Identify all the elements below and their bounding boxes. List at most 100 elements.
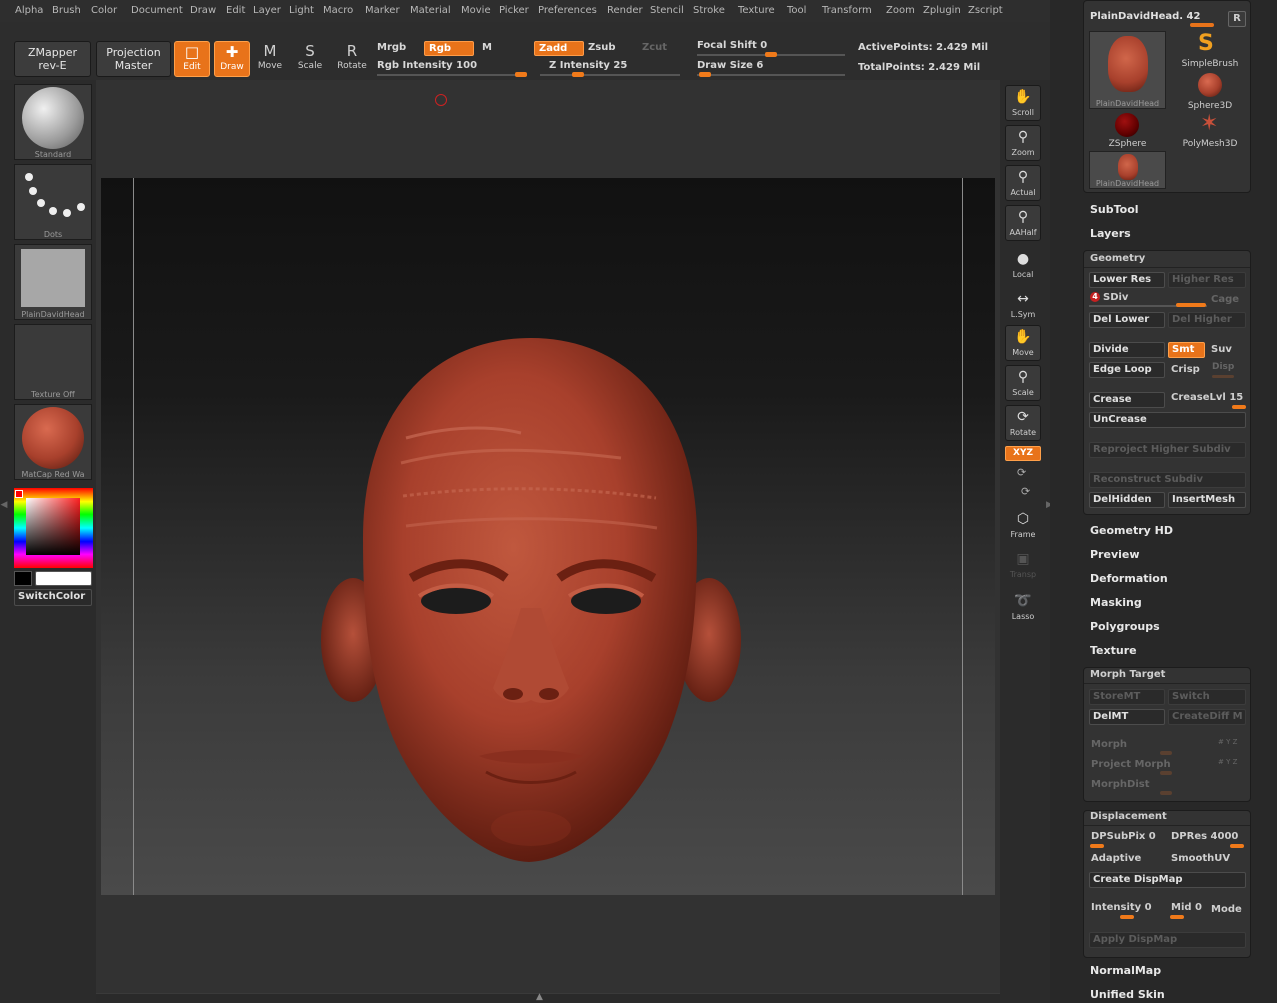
saturation-square[interactable] (26, 498, 80, 555)
reproject-higher-subdiv-button[interactable]: Reproject Higher Subdiv (1089, 442, 1246, 458)
reconstruct-subdiv-button[interactable]: Reconstruct Subdiv (1089, 472, 1246, 488)
rotate-z-icon[interactable]: ⟳ (1021, 485, 1030, 498)
tool-thumb-plaindavidhead-2[interactable]: PlainDavidHead (1089, 151, 1166, 189)
apply-dispmap-button[interactable]: Apply DispMap (1089, 932, 1246, 948)
menu-draw[interactable]: Draw (190, 5, 216, 16)
normalmap-section[interactable]: NormalMap (1090, 964, 1161, 977)
zadd-button[interactable]: Zadd (534, 41, 584, 56)
morphdist-slider[interactable] (1160, 791, 1172, 795)
move-view-button[interactable]: ✋ Move (1005, 325, 1041, 361)
geometry-title[interactable]: Geometry (1090, 253, 1145, 264)
menu-picker[interactable]: Picker (499, 5, 529, 16)
transp-button[interactable]: ▣ Transp (1005, 548, 1041, 584)
disp-slider[interactable] (1212, 375, 1234, 378)
scale-button[interactable]: S Scale (292, 41, 328, 77)
uncrease-button[interactable]: UnCrease (1089, 412, 1246, 428)
aahalf-button[interactable]: ⚲ AAHalf (1005, 205, 1041, 241)
projection-master-button[interactable]: Projection Master (96, 41, 171, 77)
scale-view-button[interactable]: ⚲ Scale (1005, 365, 1041, 401)
zmapper-button[interactable]: ZMapper rev-E (14, 41, 91, 77)
alpha-picker[interactable]: PlainDavidHead (14, 244, 92, 320)
texture-picker[interactable]: Texture Off (14, 324, 92, 400)
insertmesh-button[interactable]: InsertMesh (1168, 492, 1246, 508)
xyz-symmetry-button[interactable]: XYZ (1005, 446, 1041, 461)
suv-toggle[interactable]: Suv (1211, 344, 1232, 355)
crease-button[interactable]: Crease (1089, 392, 1165, 408)
morph-target-title[interactable]: Morph Target (1090, 669, 1165, 680)
zcut-button[interactable]: Zcut (642, 42, 667, 53)
menu-stroke[interactable]: Stroke (693, 5, 725, 16)
divide-button[interactable]: Divide (1089, 342, 1165, 358)
menu-color[interactable]: Color (91, 5, 117, 16)
higher-res-button[interactable]: Higher Res (1168, 272, 1246, 288)
subtool-section[interactable]: SubTool (1090, 203, 1139, 216)
rotate-button[interactable]: R Rotate (334, 41, 370, 77)
draw-size-slider[interactable] (697, 74, 845, 76)
frame-button[interactable]: ⬡ Frame (1005, 508, 1041, 544)
rgb-intensity-knob[interactable] (515, 72, 527, 77)
menu-layer[interactable]: Layer (253, 5, 281, 16)
rgb-intensity-slider[interactable] (377, 74, 527, 76)
menu-transform[interactable]: Transform (822, 5, 872, 16)
displacement-title[interactable]: Displacement (1090, 811, 1167, 822)
stroke-picker[interactable]: Dots (14, 164, 92, 240)
lsym-button[interactable]: ↔ L.Sym (1005, 288, 1041, 324)
draw-size-knob[interactable] (699, 72, 712, 77)
intensity-knob[interactable] (1120, 915, 1134, 919)
z-intensity-knob[interactable] (572, 72, 584, 77)
menu-texture[interactable]: Texture (738, 5, 775, 16)
mrgb-button[interactable]: Mrgb (377, 42, 406, 53)
focal-shift-knob[interactable] (765, 52, 777, 57)
menu-render[interactable]: Render (607, 5, 643, 16)
project-morph-slider[interactable] (1160, 771, 1172, 775)
menu-marker[interactable]: Marker (365, 5, 400, 16)
dpres-knob[interactable] (1230, 844, 1244, 848)
menu-alpha[interactable]: Alpha (15, 5, 43, 16)
zoom-button[interactable]: ⚲ Zoom (1005, 125, 1041, 161)
layers-section[interactable]: Layers (1090, 227, 1131, 240)
menu-edit[interactable]: Edit (226, 5, 245, 16)
menu-zoom[interactable]: Zoom (886, 5, 915, 16)
lasso-button[interactable]: ➰ Lasso (1005, 590, 1041, 626)
menu-zscript[interactable]: Zscript (968, 5, 1003, 16)
material-picker[interactable]: MatCap Red Wa (14, 404, 92, 480)
preview-section[interactable]: Preview (1090, 548, 1140, 561)
menu-movie[interactable]: Movie (461, 5, 491, 16)
z-intensity-slider[interactable] (540, 74, 680, 76)
menu-light[interactable]: Light (289, 5, 314, 16)
mode-toggle[interactable]: Mode (1211, 904, 1242, 915)
menu-zplugin[interactable]: Zplugin (923, 5, 961, 16)
delhidden-button[interactable]: DelHidden (1089, 492, 1165, 508)
geometry-hd-section[interactable]: Geometry HD (1090, 524, 1173, 537)
rgb-button[interactable]: Rgb (424, 41, 474, 56)
smt-toggle[interactable]: Smt (1168, 342, 1205, 358)
tool-thumb-plaindavidhead[interactable]: PlainDavidHead (1089, 31, 1166, 109)
menu-macro[interactable]: Macro (323, 5, 353, 16)
m-button[interactable]: M (482, 42, 492, 53)
polygroups-section[interactable]: Polygroups (1090, 620, 1160, 633)
storemt-button[interactable]: StoreMT (1089, 689, 1165, 705)
sdiv-knob[interactable] (1176, 303, 1206, 307)
crisp-toggle[interactable]: Crisp (1171, 364, 1200, 375)
tool-slider-knob[interactable] (1190, 23, 1214, 27)
left-tray-toggle[interactable]: ◀ (0, 490, 8, 520)
move-button[interactable]: M Move (252, 41, 288, 77)
unified-skin-section[interactable]: Unified Skin (1090, 988, 1165, 1001)
menu-material[interactable]: Material (410, 5, 451, 16)
lower-res-button[interactable]: Lower Res (1089, 272, 1165, 288)
deformation-section[interactable]: Deformation (1090, 572, 1168, 585)
morph-slider[interactable] (1160, 751, 1172, 755)
texture-section[interactable]: Texture (1090, 644, 1137, 657)
crease-level-knob[interactable] (1232, 405, 1246, 409)
tool-thumb-simplebrush[interactable]: S SimpleBrush (1172, 31, 1248, 69)
actual-button[interactable]: ⚲ Actual (1005, 165, 1041, 201)
menu-preferences[interactable]: Preferences (538, 5, 597, 16)
3d-viewport[interactable] (101, 178, 995, 895)
edit-button[interactable]: □ Edit (174, 41, 210, 77)
menu-stencil[interactable]: Stencil (650, 5, 684, 16)
color-picker[interactable] (14, 488, 93, 568)
tool-thumb-sphere3d[interactable]: Sphere3D (1172, 73, 1248, 111)
local-button[interactable]: ● Local (1005, 248, 1041, 284)
menu-document[interactable]: Document (131, 5, 183, 16)
del-higher-button[interactable]: Del Higher (1168, 312, 1246, 328)
